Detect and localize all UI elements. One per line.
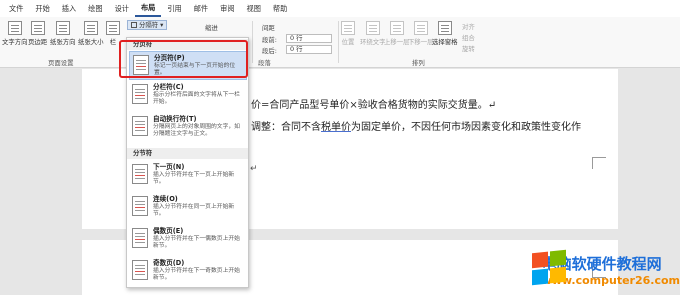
columns-icon (106, 21, 120, 35)
menu-item-column-break[interactable]: 分栏符(C) 指示分栏符后面的文字将从下一栏开始。 (129, 81, 247, 108)
menu-item-even-page[interactable]: 偶数页(E) 插入分节符并在下一偶数页上开始新节。 (129, 225, 247, 252)
indent-label: 缩进 (205, 24, 218, 32)
wrap-text-button[interactable]: 环绕文字 (360, 21, 386, 46)
bring-forward-icon (389, 21, 404, 35)
menu-item-text-wrapping-break[interactable]: 自动换行符(T) 分隔网页上的对象周围的文字，如分隔题注文字与正文。 (129, 113, 247, 140)
columns-button[interactable]: 栏 (106, 21, 120, 46)
menu-bar: 文件 开始 插入 绘图 设计 布局 引用 邮件 审阅 视图 帮助 (0, 0, 680, 17)
spacing-after-input[interactable]: 0 行 (286, 45, 332, 54)
next-page-icon (132, 164, 148, 184)
margins-button[interactable]: 页边距 (28, 21, 47, 46)
paragraph-mark: ↵ (250, 164, 258, 174)
spacing-after-label: 段后: (262, 47, 277, 55)
position-icon (341, 21, 355, 35)
text-direction-button[interactable]: 文字方向 (2, 21, 28, 46)
windows-logo-icon (532, 249, 566, 287)
tab-references[interactable]: 引用 (161, 0, 187, 17)
group-button[interactable]: 组合 (462, 33, 475, 42)
document-text-line: 价=合同产品型号单价×验收合格货物的实际交货量。↵ (251, 100, 497, 111)
tab-insert[interactable]: 插入 (56, 0, 82, 17)
continuous-icon (132, 196, 148, 216)
margins-icon (30, 21, 45, 35)
ribbon-layout: 文字方向 页边距 纸张方向 纸张大小 栏 分隔符 ▾ 页面设置 缩进 间距 段前… (0, 17, 680, 68)
position-button[interactable]: 位置 (341, 21, 355, 46)
spacing-before-input[interactable]: 0 行 (286, 34, 332, 43)
menu-item-next-page[interactable]: 下一页(N) 插入分节符并在下一页上开始新节。 (129, 161, 247, 188)
size-button[interactable]: 纸张大小 (78, 21, 104, 46)
watermark: 电脑软硬件教程网 www.computer26.com (532, 244, 680, 295)
tab-design[interactable]: 设计 (109, 0, 135, 17)
selection-pane-icon (437, 21, 452, 35)
align-button[interactable]: 对齐 (462, 22, 475, 31)
group-divider (338, 21, 339, 63)
text-wrapping-icon (132, 116, 148, 136)
tab-layout[interactable]: 布局 (134, 0, 162, 17)
spacing-before-label: 段前: (262, 36, 277, 44)
selection-pane-button[interactable]: 选择窗格 (432, 21, 458, 46)
spacing-label: 间距 (262, 24, 275, 32)
arrange-group-label: 排列 (412, 59, 425, 67)
send-backward-button[interactable]: 下移一层 (408, 21, 434, 46)
tab-home[interactable]: 开始 (29, 0, 55, 17)
even-page-icon (132, 228, 148, 248)
wrap-text-icon (365, 21, 380, 35)
text-direction-icon (7, 21, 22, 35)
odd-page-icon (132, 260, 148, 280)
breaks-icon (131, 22, 137, 28)
chevron-down-icon: ▾ (160, 21, 164, 29)
group-divider (252, 21, 253, 63)
tab-mailings[interactable]: 邮件 (188, 0, 214, 17)
page-setup-group-label: 页面设置 (48, 59, 74, 67)
underlined-word: 税单价 (321, 122, 351, 133)
paper-size-icon (83, 21, 98, 35)
section-breaks-header: 分节符 (127, 148, 248, 159)
orientation-button[interactable]: 纸张方向 (50, 21, 76, 46)
orientation-icon (55, 21, 70, 35)
breaks-button[interactable]: 分隔符 ▾ (127, 20, 168, 30)
bring-forward-button[interactable]: 上移一层 (384, 21, 410, 46)
tab-view[interactable]: 视图 (241, 0, 267, 17)
menu-item-odd-page[interactable]: 奇数页(D) 插入分节符并在下一奇数页上开始新节。 (129, 257, 247, 284)
rotate-button[interactable]: 旋转 (462, 44, 475, 53)
tab-draw[interactable]: 绘图 (82, 0, 108, 17)
highlight-box (119, 40, 248, 78)
word-window: { "menu_tabs": ["文件","开始","插入","绘图","设计"… (0, 0, 680, 295)
menu-item-continuous[interactable]: 连续(O) 插入分节符并在同一页上开始新节。 (129, 193, 247, 220)
page-corner-mark (592, 157, 606, 169)
tab-file[interactable]: 文件 (3, 0, 29, 17)
tab-review[interactable]: 审阅 (214, 0, 240, 17)
column-break-icon (132, 84, 148, 104)
tab-help[interactable]: 帮助 (267, 0, 293, 17)
document-text-line: 调整：合同不含税单价为固定单价，不因任何市场因素变化和政策性变化作 (251, 122, 581, 133)
send-backward-icon (413, 21, 428, 35)
paragraph-group-label: 段落 (258, 59, 271, 67)
